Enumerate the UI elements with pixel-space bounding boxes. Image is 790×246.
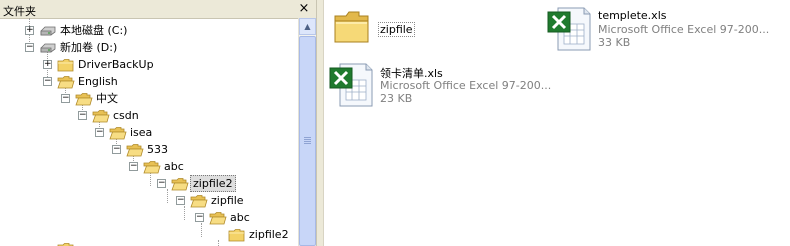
tree-item-csdn[interactable]: − csdn (0, 107, 298, 124)
tree-item-label-selected: zipfile2 (190, 175, 236, 192)
collapse-icon[interactable]: − (95, 128, 104, 137)
tree-item-zipfile[interactable]: − zipfile (0, 192, 298, 209)
folder-open-icon (209, 212, 227, 225)
folder-open-icon (171, 178, 189, 191)
file-size: 23 KB (380, 92, 413, 105)
tree-item-label: 新加卷 (D:) (60, 41, 118, 54)
file-size: 33 KB (598, 36, 631, 49)
tree-item-533[interactable]: − 533 (0, 141, 298, 158)
expand-icon[interactable]: + (25, 26, 34, 35)
file-name: zipfile (378, 22, 415, 37)
collapse-icon[interactable]: − (129, 162, 138, 171)
tree-item-abc-inner[interactable]: − abc (0, 209, 298, 226)
folder-icon (228, 229, 245, 242)
tree-item-label: zipfile (211, 194, 244, 207)
tree-item-isea[interactable]: − isea (0, 124, 298, 141)
tree-item-local-disk-c[interactable]: + 本地磁盘 (C:) (0, 22, 298, 39)
file-tile-zipfile[interactable]: zipfile (332, 6, 532, 52)
tree-item-english[interactable]: − English (0, 73, 298, 90)
tree-item-zipfile2-inner[interactable]: zipfile2 (0, 226, 298, 243)
folder-open-icon (57, 76, 75, 89)
file-list-pane: zipfile templete.xls Microsoft Office Ex… (324, 0, 790, 246)
tree-item-label: abc (230, 211, 250, 224)
drive-icon (40, 43, 56, 53)
tree-item-label: 本地磁盘 (C:) (60, 24, 128, 37)
file-tile-lingka-qingdan-xls[interactable]: 领卡清单.xls Microsoft Office Excel 97-200..… (328, 62, 568, 108)
tree-item-label: DriverBackUp (78, 58, 154, 71)
folders-pane-title: 文件夹 (3, 5, 36, 18)
folder-open-icon (109, 127, 127, 140)
tree-item-label: isea (130, 126, 153, 139)
drive-icon (40, 26, 56, 36)
expand-icon[interactable]: + (43, 60, 52, 69)
tree-item-abc[interactable]: − abc (0, 158, 298, 175)
grip-line (304, 139, 311, 140)
folder-icon (57, 243, 74, 246)
tree-item-label: 中文 (96, 92, 118, 105)
folder-open-icon (126, 144, 144, 157)
file-tile-templete-xls[interactable]: templete.xls Microsoft Office Excel 97-2… (546, 6, 786, 52)
folders-pane-header: 文件夹 × (0, 0, 316, 19)
grip-line (304, 137, 311, 138)
tree-item-label: English (78, 75, 118, 88)
folder-tree: + 本地磁盘 (C:) − 新加卷 (D:) + DriverBackUp − … (0, 18, 298, 246)
file-name: templete.xls (598, 9, 667, 22)
folder-icon (57, 59, 74, 72)
pane-splitter[interactable] (316, 0, 324, 246)
folder-open-icon (92, 110, 110, 123)
collapse-icon[interactable]: − (78, 111, 87, 120)
collapse-icon[interactable]: − (195, 213, 204, 222)
close-pane-button[interactable]: × (296, 1, 312, 17)
tree-item-label: abc (164, 160, 184, 173)
folder-open-icon (143, 161, 161, 174)
grip-line (304, 143, 311, 144)
tree-item-driverbackup[interactable]: + DriverBackUp (0, 56, 298, 73)
file-type: Microsoft Office Excel 97-200... (380, 79, 552, 92)
collapse-icon[interactable]: − (61, 94, 70, 103)
collapse-icon[interactable]: − (25, 43, 34, 52)
tree-item-label: csdn (113, 109, 139, 122)
folder-open-icon (75, 93, 93, 106)
collapse-icon[interactable]: − (176, 196, 185, 205)
tree-scrollbar[interactable]: ▲ (298, 18, 316, 246)
tree-item-label: zipfile2 (249, 228, 289, 241)
collapse-icon[interactable]: − (43, 77, 52, 86)
collapse-icon[interactable]: − (157, 179, 166, 188)
scroll-up-button[interactable]: ▲ (299, 18, 316, 35)
tree-item-label: 533 (147, 143, 168, 156)
folder-open-icon (190, 195, 208, 208)
scrollbar-thumb[interactable] (299, 36, 316, 246)
file-type: Microsoft Office Excel 97-200... (598, 23, 770, 36)
excel-file-icon (329, 63, 373, 107)
collapse-icon[interactable]: − (112, 145, 121, 154)
excel-file-icon (547, 7, 591, 51)
tree-item-zhongwen[interactable]: − 中文 (0, 90, 298, 107)
tree-item-zipfile2[interactable]: − zipfile2 (0, 175, 298, 192)
folder-icon (334, 11, 369, 43)
folders-pane: 文件夹 × + 本地磁盘 (C:) − 新加卷 (D:) + DriverBac… (0, 0, 316, 246)
tree-item-new-volume-d[interactable]: − 新加卷 (D:) (0, 39, 298, 56)
grip-line (304, 141, 311, 142)
